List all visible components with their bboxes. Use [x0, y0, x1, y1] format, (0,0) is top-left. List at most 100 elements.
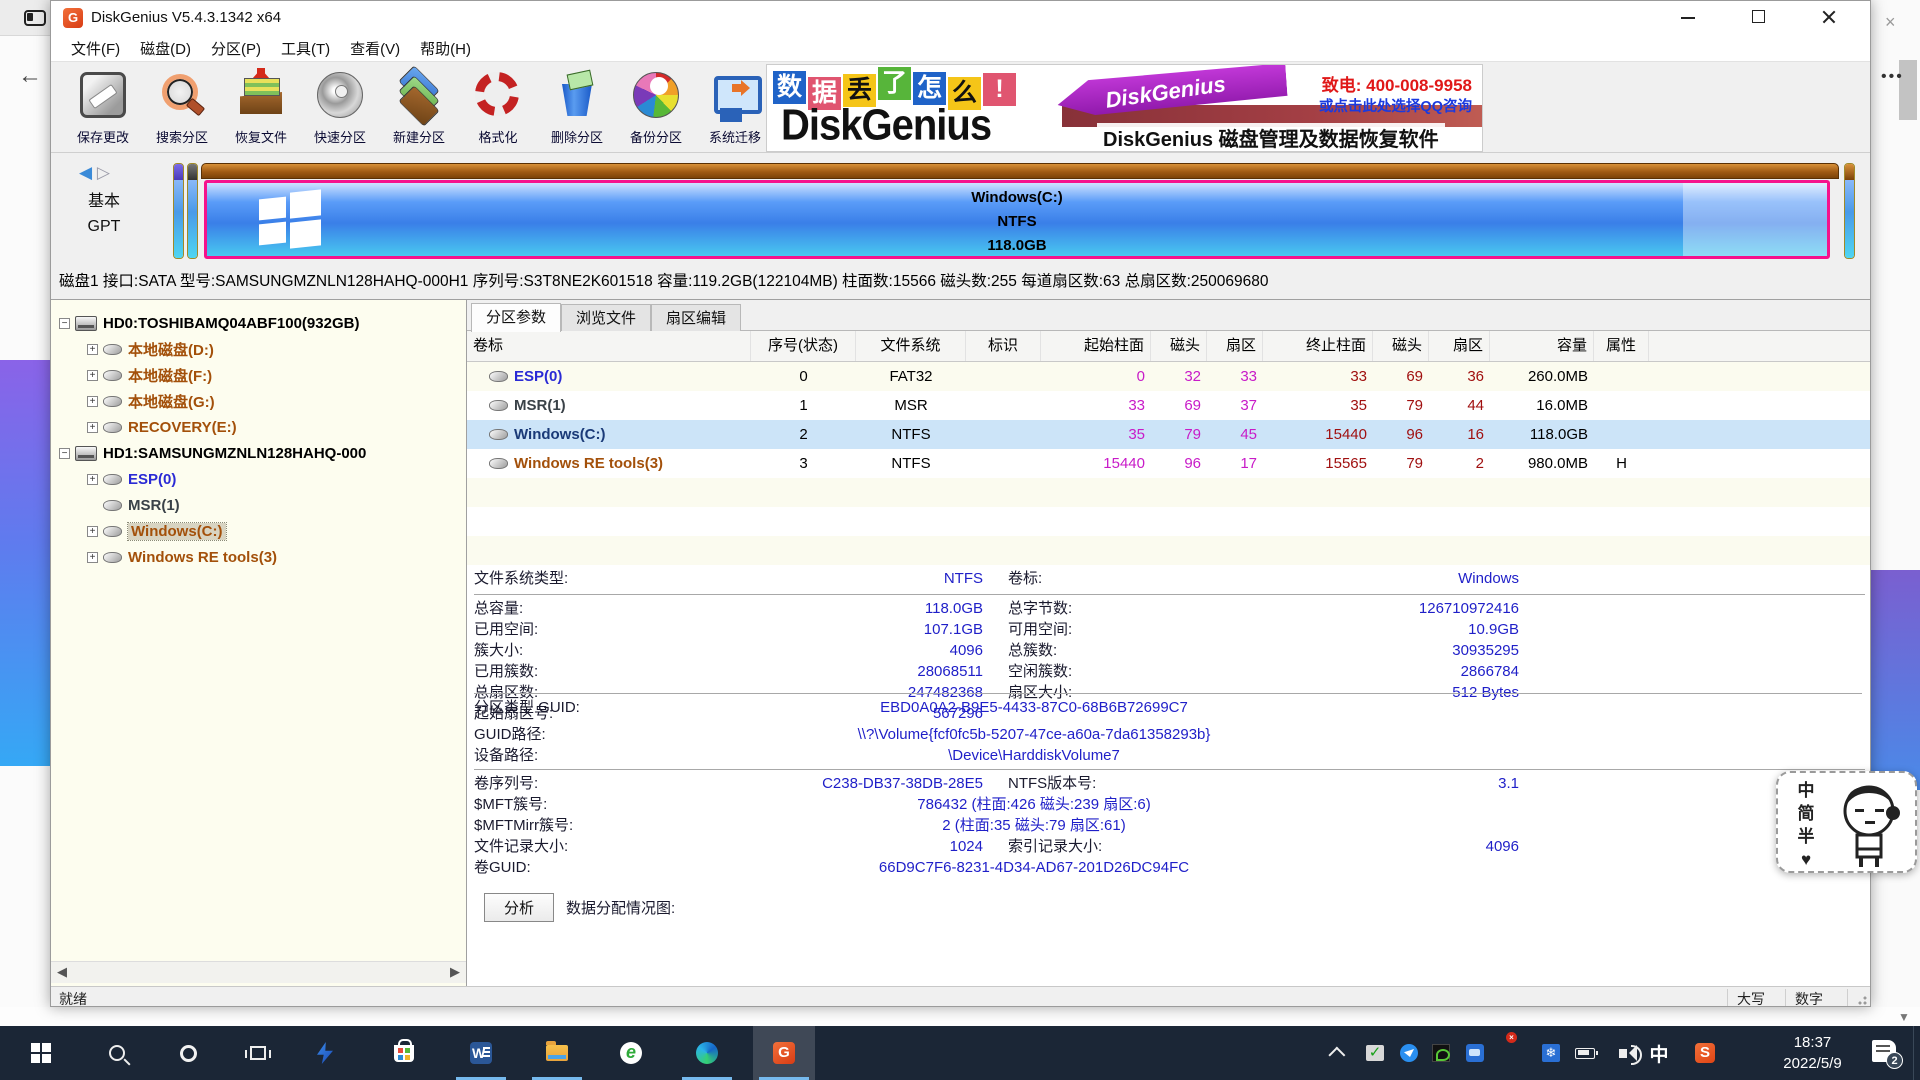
- tree-hd0[interactable]: −HD0:TOSHIBAMQ04ABF100(932GB): [51, 310, 466, 336]
- tray-update-check-icon[interactable]: ✓: [1358, 1026, 1392, 1080]
- tree-local-disk-g[interactable]: +本地磁盘(G:): [51, 388, 466, 414]
- tray-nvidia-icon[interactable]: [1424, 1026, 1458, 1080]
- partition-sliver-msr[interactable]: [187, 163, 198, 259]
- tray-dingtalk-icon[interactable]: [1392, 1026, 1426, 1080]
- tab-sector-edit[interactable]: 扇区编辑: [651, 304, 741, 332]
- partition-sliver-esp[interactable]: [173, 163, 184, 259]
- column-header[interactable]: 磁头: [1151, 331, 1207, 361]
- close-button[interactable]: [1806, 1, 1852, 33]
- column-header[interactable]: 终止柱面: [1263, 331, 1373, 361]
- sogou-ime-widget[interactable]: 中简半♥: [1776, 771, 1917, 873]
- recover-files-button[interactable]: 恢复文件: [221, 66, 301, 150]
- scroll-left-icon[interactable]: ◀: [57, 964, 67, 980]
- column-header[interactable]: 序号(状态): [751, 331, 856, 361]
- tray-chevron-icon[interactable]: [1322, 1026, 1356, 1080]
- ad-banner[interactable]: 数据丢了怎么! DiskGenius DiskGenius 致电: 400-00…: [766, 64, 1483, 152]
- minimize-button[interactable]: [1666, 1, 1712, 33]
- delete-partition-button[interactable]: 删除分区: [537, 66, 617, 150]
- tree-local-disk-f[interactable]: +本地磁盘(F:): [51, 362, 466, 388]
- tray-defender-icon[interactable]: ×: [1496, 1026, 1530, 1080]
- column-header[interactable]: 属性: [1594, 331, 1649, 361]
- column-header[interactable]: 扇区: [1429, 331, 1490, 361]
- column-header[interactable]: 卷标: [467, 331, 751, 361]
- tray-sogou-icon[interactable]: S: [1688, 1026, 1722, 1080]
- table-row[interactable]: Windows RE tools(3)3NTFS1544096171556579…: [467, 449, 1871, 478]
- menu-help[interactable]: 帮助(H): [410, 36, 481, 61]
- column-header[interactable]: 标识: [966, 331, 1041, 361]
- save-changes-button[interactable]: 保存更改: [63, 66, 143, 150]
- expander-icon[interactable]: +: [87, 474, 98, 485]
- tree-hd1[interactable]: −HD1:SAMSUNGMZNLN128HAHQ-000: [51, 440, 466, 466]
- desktop-caret-icon[interactable]: ▼: [1898, 1010, 1910, 1024]
- tray-volume-icon[interactable]: [1606, 1026, 1640, 1080]
- system-migrate-button[interactable]: 系统迁移: [695, 66, 775, 150]
- expander-icon[interactable]: +: [87, 396, 98, 407]
- taskbar-clock[interactable]: 18:37 2022/5/9: [1760, 1032, 1865, 1074]
- diskgenius-button[interactable]: G: [753, 1026, 815, 1080]
- start-button[interactable]: [10, 1026, 72, 1080]
- tree-windows-c[interactable]: +Windows(C:): [51, 518, 466, 544]
- tab-partition-params[interactable]: 分区参数: [471, 303, 561, 332]
- green-browser-button[interactable]: e: [600, 1026, 662, 1080]
- edge-button[interactable]: [676, 1026, 738, 1080]
- word-button[interactable]: W: [450, 1026, 512, 1080]
- expander-icon[interactable]: +: [87, 344, 98, 355]
- tray-power-icon[interactable]: [1568, 1026, 1602, 1080]
- column-header[interactable]: 磁头: [1373, 331, 1429, 361]
- expander-icon[interactable]: +: [87, 370, 98, 381]
- maximize-button[interactable]: [1736, 1, 1782, 33]
- expander-icon[interactable]: +: [87, 552, 98, 563]
- flash-tool-button[interactable]: [294, 1026, 356, 1080]
- tray-snowflake-icon[interactable]: ❄: [1534, 1026, 1568, 1080]
- quick-partition-button[interactable]: 快速分区: [300, 66, 380, 150]
- backup-partition-button[interactable]: 备份分区: [616, 66, 696, 150]
- task-view-button[interactable]: [227, 1026, 289, 1080]
- column-header[interactable]: 扇区: [1207, 331, 1263, 361]
- new-partition-button[interactable]: 新建分区: [379, 66, 459, 150]
- banner-qq-link[interactable]: 或点击此处选择QQ咨询: [1319, 95, 1472, 116]
- column-header[interactable]: 容量: [1490, 331, 1594, 361]
- tab-browse-files[interactable]: 浏览文件: [561, 304, 651, 332]
- taskbar-search-button[interactable]: [86, 1026, 148, 1080]
- tree-horizontal-scrollbar[interactable]: ◀ ▶: [51, 961, 466, 983]
- tray-intel-graphics-icon[interactable]: [1458, 1026, 1492, 1080]
- format-button[interactable]: 格式化: [458, 66, 538, 150]
- show-desktop-button[interactable]: [1913, 1026, 1920, 1080]
- expander-icon[interactable]: +: [87, 422, 98, 433]
- disk-nav-arrows[interactable]: ◀ ▷: [79, 163, 110, 183]
- column-header[interactable]: [1649, 331, 1871, 361]
- menu-view[interactable]: 查看(V): [340, 36, 410, 61]
- search-partition-button[interactable]: 搜索分区: [142, 66, 222, 150]
- menu-disk[interactable]: 磁盘(D): [130, 36, 201, 61]
- menu-partition[interactable]: 分区(P): [201, 36, 271, 61]
- action-center-icon[interactable]: 2: [1872, 1040, 1896, 1062]
- file-explorer-button[interactable]: [526, 1026, 588, 1080]
- expander-icon[interactable]: +: [87, 526, 98, 537]
- tree-windows-re[interactable]: +Windows RE tools(3): [51, 544, 466, 570]
- menu-file[interactable]: 文件(F): [61, 36, 130, 61]
- tree-local-disk-d[interactable]: +本地磁盘(D:): [51, 336, 466, 362]
- menu-tools[interactable]: 工具(T): [271, 36, 340, 61]
- column-header[interactable]: 文件系统: [856, 331, 966, 361]
- expander-icon[interactable]: −: [59, 318, 70, 329]
- analyze-button[interactable]: 分析: [484, 893, 554, 922]
- table-row[interactable]: Windows(C:)2NTFS357945154409616118.0GB: [467, 420, 1871, 449]
- cortana-button[interactable]: [157, 1026, 219, 1080]
- tray-ime-icon[interactable]: 中: [1642, 1026, 1676, 1080]
- partition-sliver-re[interactable]: [1844, 163, 1855, 259]
- tree-esp[interactable]: +ESP(0): [51, 466, 466, 492]
- overflow-dots-icon[interactable]: •••: [1881, 68, 1904, 86]
- table-row[interactable]: MSR(1)1MSR33693735794416.0MB: [467, 391, 1871, 420]
- table-row[interactable]: ESP(0)0FAT3203233336936260.0MB: [467, 362, 1871, 391]
- back-arrow-icon[interactable]: ←: [18, 62, 42, 90]
- tree-msr[interactable]: +MSR(1): [51, 492, 466, 518]
- tree-recovery-e[interactable]: +RECOVERY(E:): [51, 414, 466, 440]
- background-close-icon[interactable]: ×: [1885, 12, 1896, 33]
- resize-grip[interactable]: [1855, 993, 1867, 1005]
- scroll-right-icon[interactable]: ▶: [450, 964, 460, 980]
- partition-windows-c[interactable]: Windows(C:) NTFS 118.0GB: [204, 180, 1830, 259]
- store-button[interactable]: [373, 1026, 435, 1080]
- expander-icon[interactable]: −: [59, 448, 70, 459]
- column-header[interactable]: 起始柱面: [1041, 331, 1151, 361]
- table-cell: 35: [1263, 391, 1373, 420]
